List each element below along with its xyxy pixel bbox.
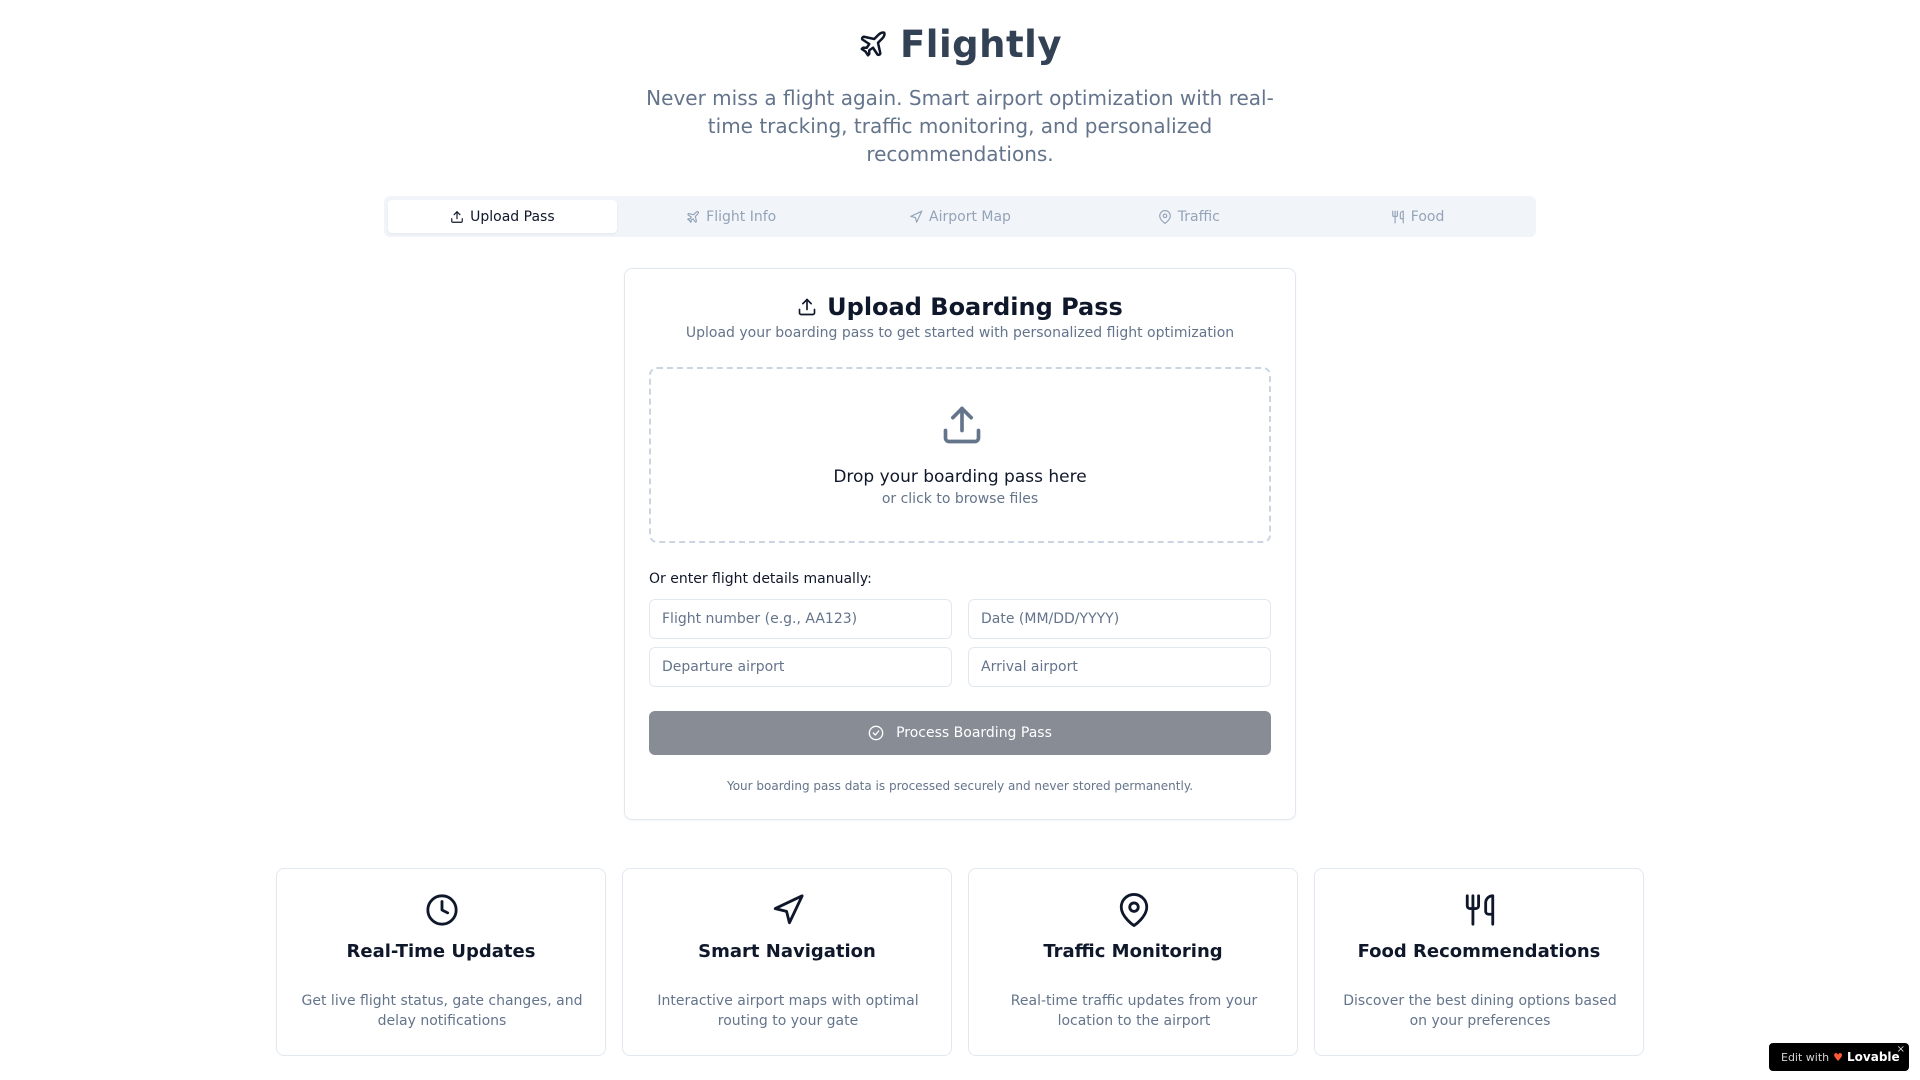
- tab-upload-pass[interactable]: Upload Pass: [388, 200, 617, 233]
- arrival-airport-input[interactable]: [968, 647, 1271, 687]
- tab-food[interactable]: Food: [1303, 200, 1532, 233]
- card-subtitle: Upload your boarding pass to get started…: [685, 325, 1235, 341]
- process-button-label: Process Boarding Pass: [896, 725, 1052, 741]
- app-tagline: Never miss a flight again. Smart airport…: [646, 86, 1274, 166]
- upload-card: Upload Boarding Pass Upload your boardin…: [624, 268, 1296, 820]
- upload-icon: [450, 210, 464, 224]
- upload-icon: [797, 297, 817, 317]
- feature-description: Real-time traffic updates from your loca…: [1010, 993, 1258, 1029]
- features-grid: Real-Time Updates Get live flight status…: [276, 868, 1644, 1056]
- tab-label: Traffic: [1177, 208, 1220, 225]
- feature-title: Traffic Monitoring: [1043, 941, 1223, 962]
- utensils-icon: [1463, 893, 1497, 927]
- feature-description: Get live flight status, gate changes, an…: [301, 993, 583, 1029]
- card-title: Upload Boarding Pass: [625, 291, 1295, 323]
- feature-card-traffic: Traffic Monitoring Real-time traffic upd…: [968, 868, 1298, 1056]
- card-title-text: Upload Boarding Pass: [827, 293, 1123, 321]
- flight-number-input[interactable]: [649, 599, 952, 639]
- check-circle-icon: [868, 725, 884, 741]
- date-input[interactable]: [968, 599, 1271, 639]
- tab-traffic[interactable]: Traffic: [1074, 200, 1303, 233]
- upload-cloud-icon: [940, 403, 984, 447]
- feature-title: Real-Time Updates: [346, 941, 536, 962]
- app-header: Flightly Never miss a flight again. Smar…: [0, 20, 1920, 168]
- boarding-pass-dropzone[interactable]: Drop your boarding pass here or click to…: [649, 367, 1271, 543]
- feature-card-food: Food Recommendations Discover the best d…: [1314, 868, 1644, 1056]
- navigation-icon: [909, 210, 923, 224]
- tab-label: Upload Pass: [470, 208, 555, 225]
- manual-entry-label: Or enter flight details manually:: [649, 571, 872, 587]
- plane-icon: [858, 29, 888, 59]
- main-tabs: Upload Pass Flight Info Airport Map Traf…: [384, 196, 1536, 237]
- tab-label: Food: [1410, 208, 1445, 225]
- map-pin-icon: [1117, 893, 1151, 927]
- lovable-heart-icon: ♥: [1833, 1050, 1844, 1064]
- feature-description: Interactive airport maps with optimal ro…: [657, 993, 919, 1029]
- utensils-icon: [1391, 210, 1405, 224]
- feature-card-realtime: Real-Time Updates Get live flight status…: [276, 868, 606, 1056]
- tab-label: Flight Info: [706, 208, 777, 225]
- dropzone-subtitle: or click to browse files: [881, 491, 1039, 507]
- feature-description: Discover the best dining options based o…: [1343, 993, 1617, 1029]
- process-boarding-pass-button[interactable]: Process Boarding Pass: [649, 711, 1271, 755]
- app-title: Flightly: [900, 22, 1062, 66]
- departure-airport-input[interactable]: [649, 647, 952, 687]
- map-pin-icon: [1158, 209, 1172, 224]
- clock-icon: [425, 893, 459, 927]
- edit-with-lovable-badge[interactable]: Edit with ♥ Lovable ×: [1769, 1043, 1909, 1071]
- tab-airport-map[interactable]: Airport Map: [846, 200, 1075, 233]
- navigation-icon: [771, 893, 805, 927]
- feature-title: Smart Navigation: [698, 941, 876, 962]
- security-note: Your boarding pass data is processed sec…: [726, 779, 1194, 793]
- plane-icon: [686, 210, 700, 224]
- feature-title: Food Recommendations: [1357, 941, 1601, 962]
- badge-edit-text: Edit with: [1781, 1050, 1830, 1064]
- tab-label: Airport Map: [929, 208, 1011, 225]
- brand: Flightly: [0, 20, 1920, 68]
- dropzone-title: Drop your boarding pass here: [833, 467, 1087, 487]
- feature-card-navigation: Smart Navigation Interactive airport map…: [622, 868, 952, 1056]
- tab-flight-info[interactable]: Flight Info: [617, 200, 846, 233]
- close-icon[interactable]: ×: [1897, 1044, 1905, 1055]
- badge-brand: Lovable: [1847, 1050, 1900, 1064]
